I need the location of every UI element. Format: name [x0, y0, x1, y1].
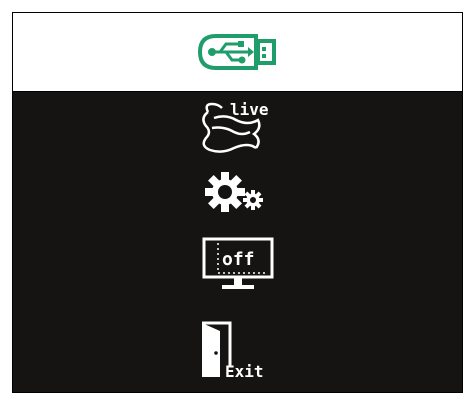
menu-item-live[interactable]: live	[13, 92, 462, 162]
off-label: off	[222, 249, 255, 270]
usb-drive-icon	[197, 34, 276, 70]
live-label: live	[230, 100, 269, 119]
menu-item-usb[interactable]	[13, 13, 462, 92]
menu-item-exit[interactable]: Exit	[13, 306, 462, 392]
boot-menu: live off Exit	[12, 12, 463, 393]
menu-item-display-off[interactable]: off	[13, 224, 462, 306]
gears-icon	[204, 172, 263, 212]
menu-item-settings[interactable]	[13, 162, 462, 224]
exit-label: Exit	[225, 362, 264, 381]
live-scroll-icon: live	[201, 100, 269, 153]
exit-door-icon: Exit	[201, 321, 264, 381]
display-off-icon: off	[202, 237, 273, 289]
